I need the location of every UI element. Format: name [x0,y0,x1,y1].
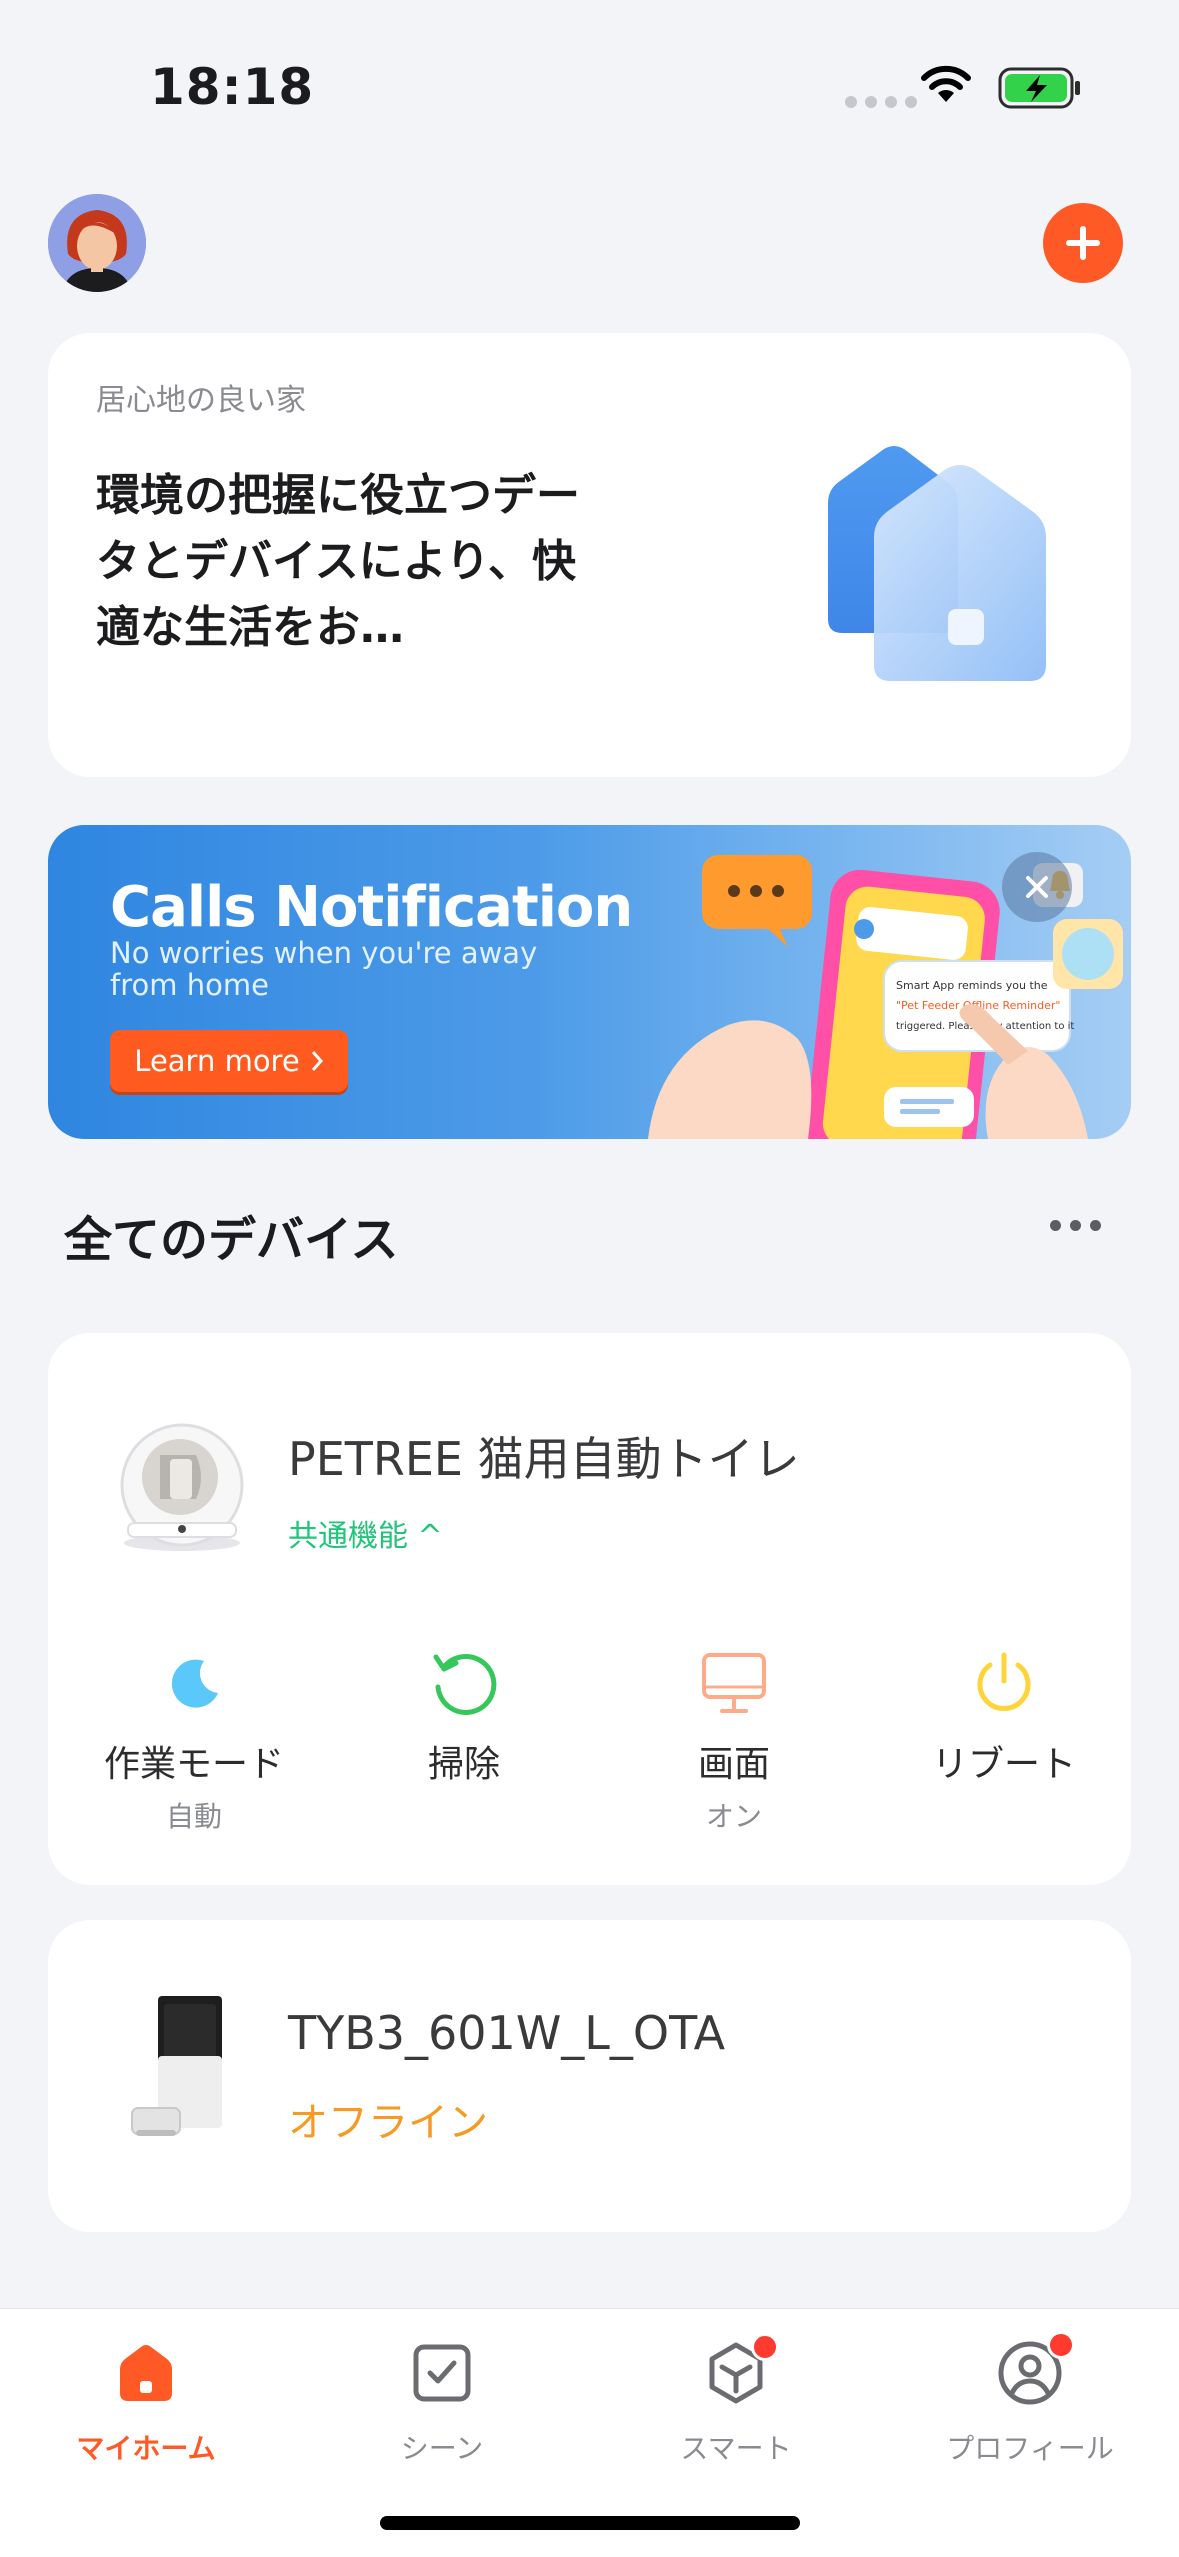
checkbox-icon [413,2344,471,2402]
notification-badge [751,2333,779,2361]
device-common-functions-toggle[interactable]: 共通機能 ^ [288,1511,443,1555]
device-name: PETREE 猫用自動トイレ [288,1432,800,1486]
device-status-offline: オフライン [288,2100,488,2146]
tab-label: プロフィール [946,2432,1114,2465]
pet-feeder-device-image [131,1996,222,2136]
status-time: 18:18 [150,58,315,116]
quick-action-value: オン [705,1800,762,1833]
learn-more-label: Learn more [134,1044,300,1078]
battery-charging-icon [998,67,1080,109]
device-card[interactable]: PETREE 猫用自動トイレ 共通機能 ^ 作業モード 自動 掃除 画面 オン … [48,1333,1131,1885]
moon-icon [171,1659,218,1708]
litter-box-device-image [120,1423,244,1551]
home-indicator[interactable] [380,2516,800,2530]
avatar[interactable] [48,194,146,292]
avatar-image [48,194,146,292]
work-mode-button[interactable]: 作業モード 自動 [84,1643,304,1835]
more-options-button[interactable] [1050,1220,1101,1231]
quick-action-label: リブート [931,1744,1076,1785]
reboot-button[interactable]: リブート [894,1643,1114,1787]
quick-action-label: 掃除 [427,1744,500,1785]
tab-label: シーン [400,2432,484,2465]
tab-smart[interactable]: スマート [626,2333,846,2467]
clean-button[interactable]: 掃除 [354,1643,574,1787]
chevron-right-icon [311,1051,323,1071]
home-name[interactable]: 居心地の良い家 [96,375,306,419]
screen-button[interactable]: 画面 オン [624,1643,844,1835]
banner-title: Calls Notification [110,875,633,940]
promo-banner[interactable]: Calls Notification No worries when you'r… [48,825,1131,1139]
house-illustration [828,446,1046,681]
all-devices-title: 全てのデバイス [64,1212,399,1268]
cellular-signal-icon [845,96,917,108]
banner-close-button[interactable] [1002,852,1072,922]
wifi-icon [921,65,971,102]
power-icon [977,1652,1031,1711]
plus-icon [1066,226,1100,260]
home-summary-card[interactable]: 居心地の良い家 環境の把握に役立つデータとデバイスにより、快適な生活をお… [48,333,1131,777]
close-icon [1026,876,1048,898]
notification-badge [1047,2331,1075,2359]
quick-action-label: 画面 [697,1744,770,1785]
learn-more-button[interactable]: Learn more [110,1030,348,1092]
tab-label: マイホーム [76,2432,216,2465]
device-card[interactable]: TYB3_601W_L_OTA オフライン [48,1920,1131,2232]
tab-my-home[interactable]: マイホーム [36,2333,256,2467]
tab-label: スマート [680,2432,792,2465]
tab-scene[interactable]: シーン [332,2333,552,2467]
banner-subtitle: No worries when you're away from home [110,936,538,1002]
device-name: TYB3_601W_L_OTA [288,2006,726,2060]
home-description: 環境の把握に役立つデータとデバイスにより、快適な生活をお… [96,470,580,653]
quick-action-value: 自動 [165,1800,222,1833]
tab-profile[interactable]: プロフィール [920,2331,1140,2467]
refresh-icon [433,1653,497,1715]
notification-line-1: Smart App reminds you the [896,979,1048,992]
home-icon [120,2345,172,2401]
monitor-icon [702,1653,766,1713]
quick-action-label: 作業モード [103,1744,284,1785]
add-button[interactable] [1043,203,1123,283]
